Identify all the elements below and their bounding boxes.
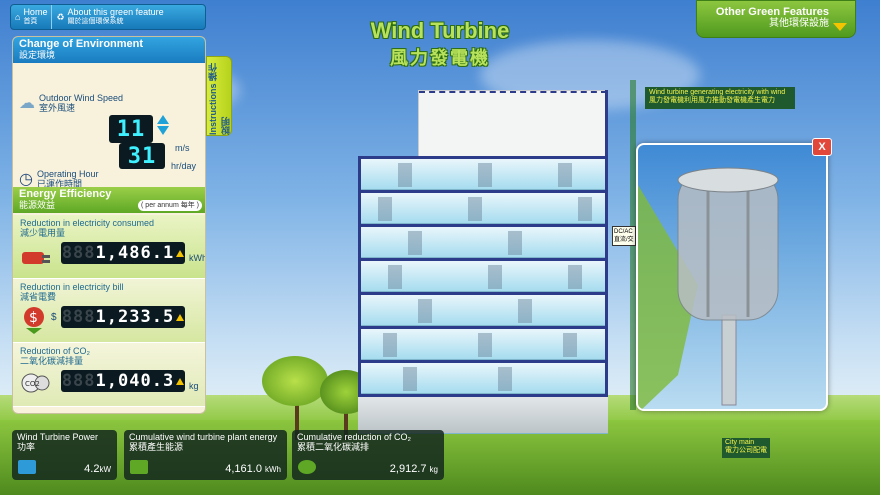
operating-hour-row: ◷ Operating Hour 已運作時間 [19,169,99,189]
efficiency-header: Energy Efficiency 能源效益 ( per annum 每年 ) [13,187,205,213]
energy-stat: Cumulative wind turbine plant energy 累積產… [124,430,287,480]
tree [262,356,328,406]
bill-reduction-item: Reduction in electricity bill 減省電費 $ $ 88… [13,279,205,343]
cloud-icon: ☁ [19,95,35,112]
increase-wind-button[interactable] [157,115,169,124]
energy-icon [130,460,148,474]
wind-speed-display: 11 [109,115,153,143]
hour-unit: hr/day [171,161,197,171]
recycle-icon: ♻ [56,11,65,22]
wind-speed-stepper[interactable] [157,115,169,135]
plug-icon [22,252,50,264]
env-header: Change of Environment 設定環境 [13,37,205,63]
co2-icon [298,460,316,474]
electricity-reduction-item: Reduction in electricity consumed 減少電用量 8… [13,215,206,279]
co2-reduction-display: 888 1,040.3 [61,370,185,392]
home-button[interactable]: ⌂ Home 首頁 [11,5,51,29]
chevron-down-icon [833,23,847,31]
dcac-label: DC/AC 直流/交 [612,226,636,246]
top-nav: ⌂ Home 首頁 ♻ About this green feature 關於這個環… [10,4,206,30]
co2-stat: Cumulative reduction of CO₂ 累積二氧化碳減排 2,9… [292,430,444,480]
left-panel: Change of Environment 設定環境 ☁ Outdoor Win… [12,36,206,414]
per-annum-badge: ( per annum 每年 ) [138,200,202,211]
svg-text:CO2: CO2 [25,380,40,388]
frame [605,90,608,394]
frame [358,156,361,394]
wind-unit: m/s [175,143,190,153]
floor [358,190,608,224]
turbine-closeup-popup [636,143,828,411]
home-icon: ⌂ [15,12,21,22]
ground-floor [358,394,608,434]
building [358,90,608,440]
wind-speed-row: ☁ Outdoor Wind Speed 室外風速 [19,93,124,113]
floor [358,224,608,258]
turbine-closeup-illustration [638,167,779,409]
decrease-wind-button[interactable] [157,126,169,135]
floor [358,292,608,326]
floor [358,326,608,360]
co2-icon: CO2 [21,373,50,393]
svg-text:$: $ [29,310,38,326]
floor [358,360,608,394]
building-roof [418,90,608,160]
clock-icon: ◷ [19,171,33,188]
about-button[interactable]: ♻ About this green feature 關於這個環保系統 [51,5,167,29]
close-popup-button[interactable]: X [812,138,832,156]
power-stat: Wind Turbine Power 功率 4.2kW [12,430,117,480]
dollar-prefix: $ [51,312,57,323]
kg-unit: kg [189,381,199,391]
page-title: Wind Turbine 風力發電機 [370,18,510,68]
dollar-down-icon: $ [24,307,44,334]
kwh-unit: kWh [189,253,206,263]
floor [358,258,608,292]
city-main-label: City main 電力公司配電 [722,438,770,458]
floor [358,156,608,190]
electricity-reduction-display: 888 1,486.1 [61,242,185,264]
instructions-tab[interactable]: Instructions 操作說明 [206,56,232,136]
other-features-dropdown[interactable]: Other Green Features 其他環保設施 [696,0,856,38]
turbine-callout: Wind turbine generating electricity with… [645,87,795,109]
operating-hour-display: 31 [119,143,165,169]
co2-reduction-item: Reduction of CO₂ 二氧化碳減排量 CO2 888 1,040.3 k… [13,343,205,407]
turbine-icon [18,460,36,474]
bill-reduction-display: 888 1,233.5 [61,306,185,328]
